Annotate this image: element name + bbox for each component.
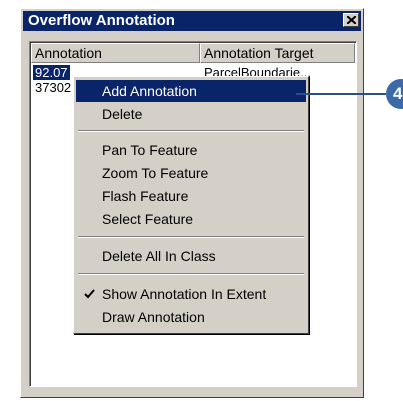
annotation-cell: 92.07 bbox=[33, 65, 70, 80]
close-button[interactable] bbox=[343, 13, 359, 27]
column-header-annotation[interactable]: Annotation bbox=[31, 43, 200, 63]
menu-item-label: Show Annotation In Extent bbox=[102, 286, 267, 302]
callout-line bbox=[296, 93, 386, 95]
annotation-cell: 37302 bbox=[35, 80, 72, 95]
menu-item-zoom-to-feature[interactable]: Zoom To Feature bbox=[76, 162, 306, 184]
menu-separator bbox=[78, 130, 304, 132]
callout-number-badge: 4 bbox=[386, 79, 403, 109]
menu-item-select-feature[interactable]: Select Feature bbox=[76, 208, 306, 230]
menu-item-delete-all-in-class[interactable]: Delete All In Class bbox=[76, 245, 306, 267]
table-row[interactable]: 37302 bbox=[33, 80, 71, 95]
menu-item-show-annotation-in-extent[interactable]: Show Annotation In Extent bbox=[76, 283, 306, 305]
check-icon bbox=[84, 289, 95, 299]
close-icon bbox=[347, 16, 356, 24]
table-row[interactable]: 92.07 bbox=[33, 65, 70, 80]
context-menu: Add Annotation Delete Pan To Feature Zoo… bbox=[73, 76, 309, 334]
menu-separator bbox=[78, 236, 304, 238]
menu-item-pan-to-feature[interactable]: Pan To Feature bbox=[76, 139, 306, 161]
menu-item-flash-feature[interactable]: Flash Feature bbox=[76, 185, 306, 207]
menu-separator bbox=[78, 273, 304, 275]
title-bar[interactable]: Overflow Annotation bbox=[23, 11, 361, 31]
menu-item-delete[interactable]: Delete bbox=[76, 103, 306, 125]
menu-item-draw-annotation[interactable]: Draw Annotation bbox=[76, 306, 306, 328]
window-title: Overflow Annotation bbox=[28, 12, 175, 29]
column-header-annotation-target[interactable]: Annotation Target bbox=[200, 43, 355, 63]
menu-item-add-annotation[interactable]: Add Annotation bbox=[76, 80, 306, 102]
